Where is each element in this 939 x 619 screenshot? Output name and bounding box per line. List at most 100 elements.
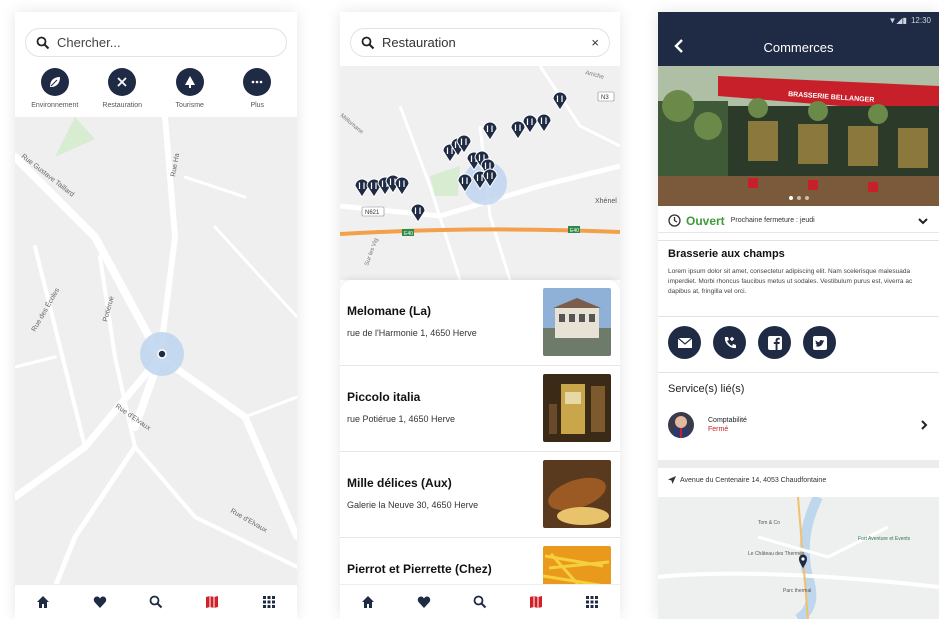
map-canvas: Rue Gustave Taillard Rue Ha Rue des Écol… (15, 114, 297, 590)
clock-icon (668, 214, 681, 227)
back-arrow-icon[interactable] (672, 37, 686, 55)
mail-icon (677, 337, 692, 348)
tab-home[interactable] (353, 587, 383, 617)
email-button[interactable] (668, 326, 701, 359)
divider (658, 316, 939, 317)
restaurant-address: rue de l'Harmonie 1, 4650 Herve (347, 328, 477, 338)
tab-map[interactable] (197, 587, 227, 617)
tab-menu[interactable] (577, 587, 607, 617)
location-map[interactable]: Tom & Co Fort Aventure et Events Le Chât… (658, 494, 939, 619)
heart-icon (93, 596, 106, 608)
road-label: E40 (404, 231, 413, 237)
status-bar: ▼◢▮ 12:30 (658, 12, 939, 28)
map-canvas: Tom & Co Fort Aventure et Events Le Chât… (658, 494, 939, 619)
utensils-icon (117, 77, 127, 87)
bottom-tab-bar (340, 584, 620, 619)
tab-search[interactable] (141, 587, 171, 617)
facebook-icon (767, 335, 782, 350)
tab-menu[interactable] (254, 587, 284, 617)
category-plus[interactable]: Plus (225, 68, 289, 109)
search-bar[interactable]: Chercher... (25, 28, 287, 57)
home-icon (37, 596, 50, 608)
heart-icon (417, 596, 431, 608)
restaurant-name: Mille délices (Aux) (347, 476, 452, 490)
restaurant-address: Galerie la Neuve 30, 4650 Herve (347, 500, 479, 510)
place-label: Le Château des Thermes (748, 551, 805, 557)
contact-buttons (668, 326, 836, 359)
restaurant-thumbnail (543, 288, 611, 356)
carousel-dot[interactable] (796, 196, 801, 200)
services-title: Service(s) lié(s) (668, 383, 745, 395)
search-icon (36, 36, 50, 49)
next-closing: Prochaine fermeture : jeudi (730, 217, 815, 224)
list-item[interactable]: Melomane (La) rue de l'Harmonie 1, 4650 … (340, 280, 620, 366)
restaurant-thumbnail (543, 546, 611, 584)
results-list: Melomane (La) rue de l'Harmonie 1, 4650 … (340, 280, 620, 584)
map-view[interactable]: Rue Gustave Taillard Rue Ha Rue des Écol… (15, 114, 297, 590)
carousel-dots[interactable] (658, 196, 939, 200)
facebook-button[interactable] (758, 326, 791, 359)
restaurant-thumbnail (543, 374, 611, 442)
map-icon (206, 596, 219, 608)
map-canvas: E40 E40 N621 N3 Xhénel Arriche Mélomane … (340, 65, 620, 281)
category-restauration[interactable]: Restauration (90, 68, 154, 109)
chevron-down-icon[interactable] (917, 216, 929, 226)
tab-home[interactable] (28, 587, 58, 617)
carousel-dot[interactable] (788, 196, 793, 200)
address-text: Avenue du Centenaire 14, 4053 Chaudfonta… (680, 476, 827, 484)
results-map[interactable]: E40 E40 N621 N3 Xhénel Arriche Mélomane … (340, 65, 620, 281)
screen-search-results: E40 E40 N621 N3 Xhénel Arriche Mélomane … (340, 12, 620, 619)
carousel-dot[interactable] (804, 196, 809, 200)
call-button[interactable] (713, 326, 746, 359)
tree-icon (184, 76, 195, 88)
search-bar[interactable]: Restauration × (350, 28, 610, 57)
place-label: Xhénel (595, 198, 617, 205)
search-icon (149, 595, 163, 609)
list-item[interactable]: Pierrot et Pierrette (Chez) (340, 538, 620, 584)
hero-carousel[interactable]: BRASSERIE BELLANGER (658, 66, 939, 206)
category-environnement[interactable]: Environnement (23, 68, 87, 109)
leaf-icon (49, 77, 60, 87)
search-icon (473, 595, 487, 609)
search-input[interactable]: Restauration (382, 35, 591, 50)
twitter-icon (812, 335, 827, 350)
tab-search[interactable] (465, 587, 495, 617)
address-row[interactable]: Avenue du Centenaire 14, 4053 Chaudfonta… (668, 476, 826, 484)
search-input[interactable]: Chercher... (57, 35, 121, 50)
open-status: Ouvert (686, 213, 725, 228)
bottom-tab-bar (15, 584, 297, 619)
screen-business-detail: ▼◢▮ 12:30 Commerces BRASSERIE BELLANGER … (658, 12, 939, 619)
page-title: Commerces (763, 39, 834, 55)
category-bar: Environnement Restauration Tourisme Plus (15, 68, 297, 109)
restaurant-name: Piccolo italia (347, 390, 421, 404)
grid-icon (586, 596, 598, 608)
list-item[interactable]: Piccolo italia rue Potiérue 1, 4650 Herv… (340, 366, 620, 452)
avatar (668, 412, 694, 438)
list-item[interactable]: Mille délices (Aux) Galerie la Neuve 30,… (340, 452, 620, 538)
tab-favorites[interactable] (85, 587, 115, 617)
linked-service-item[interactable]: Comptabilité Fermé (668, 407, 929, 443)
app-header: Commerces (658, 28, 939, 66)
twitter-button[interactable] (803, 326, 836, 359)
navigation-arrow-icon (668, 476, 676, 484)
business-name: Brasserie aux champs (668, 248, 785, 260)
category-label: Environnement (31, 102, 79, 109)
divider (658, 372, 939, 373)
tab-map[interactable] (521, 587, 551, 617)
restaurant-thumbnail (543, 460, 611, 528)
place-label: Tom & Co (758, 520, 780, 526)
divider (658, 240, 939, 241)
section-separator (658, 460, 939, 468)
clear-search-button[interactable]: × (591, 35, 599, 50)
current-location-dot (157, 349, 167, 359)
place-label: Parc thermal (783, 588, 811, 594)
place-label: Fort Aventure et Events (858, 536, 911, 542)
opening-hours-row[interactable]: Ouvert Prochaine fermeture : jeudi (658, 209, 939, 233)
phone-icon (724, 336, 736, 348)
hero-image: BRASSERIE BELLANGER (658, 66, 939, 206)
category-tourisme[interactable]: Tourisme (158, 68, 222, 109)
screen-map-search: Chercher... Environnement Restauration T… (15, 12, 297, 619)
tab-favorites[interactable] (409, 587, 439, 617)
road-label: N621 (365, 210, 380, 216)
grid-icon (262, 596, 275, 608)
